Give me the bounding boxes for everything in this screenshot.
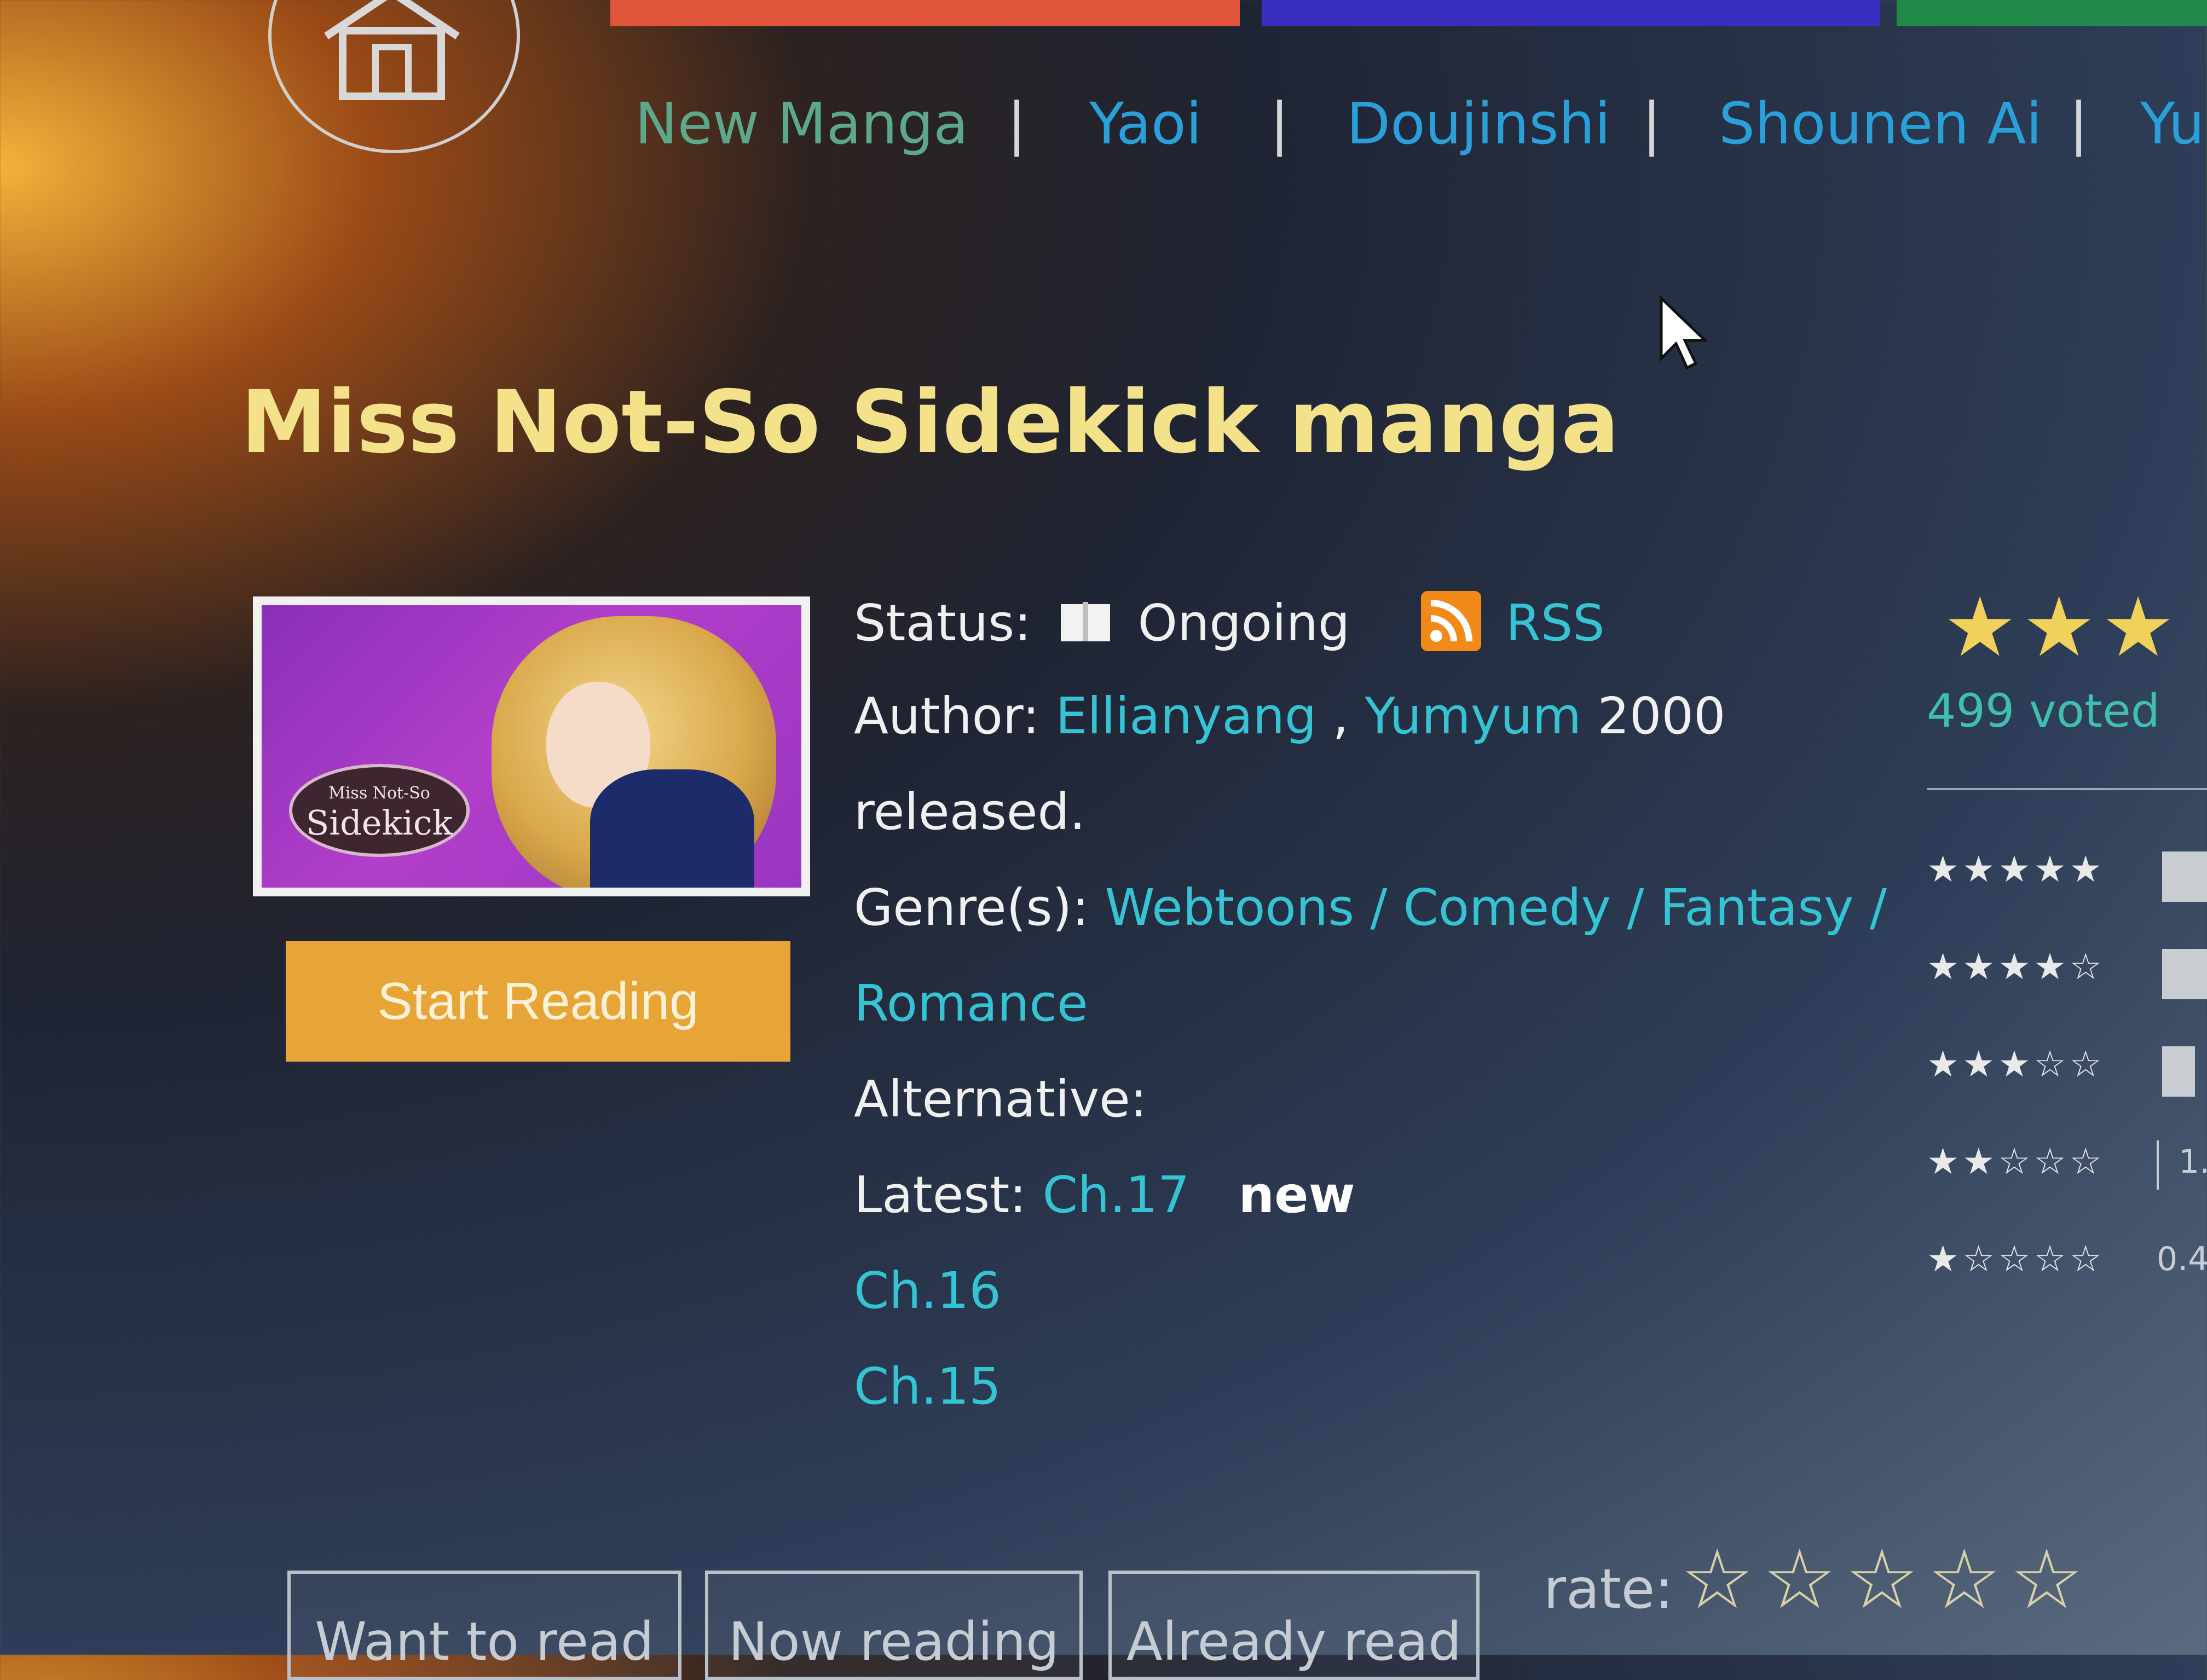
already-read-button[interactable]: Already read: [1108, 1571, 1480, 1680]
votes-count: 499 voted: [1927, 684, 2160, 738]
home-button[interactable]: [268, 0, 520, 153]
rating-percent: 1.: [2179, 1143, 2207, 1181]
book-icon: [1061, 602, 1111, 641]
nav-separator: |: [2069, 90, 2089, 157]
now-reading-button[interactable]: Now reading: [705, 1571, 1083, 1680]
three-star-icons: ★★★☆☆: [1927, 1043, 2105, 1085]
rating-percent: 0.4: [2157, 1240, 2207, 1278]
rating-distribution-row-1: ★☆☆☆☆ 0.4: [1927, 1238, 2207, 1280]
rating-bar: [2157, 1140, 2159, 1190]
author-released-text: 2000: [1597, 687, 1726, 745]
nav-shounen-ai[interactable]: Shounen Ai: [1719, 90, 2042, 157]
chapter-row: Ch.15: [854, 1357, 1001, 1416]
rating-bar: [2162, 1046, 2195, 1097]
nav-separator: |: [1270, 90, 1290, 157]
color-bar-red: [610, 0, 1240, 26]
rate-label: rate:: [1544, 1557, 1673, 1621]
author-row: Author: Ellianyang , Yumyum 2000: [854, 687, 1726, 745]
one-star-icons: ★☆☆☆☆: [1927, 1238, 2105, 1280]
author-row-line2: released.: [854, 783, 1085, 841]
page-title: Miss Not-So Sidekick manga: [241, 372, 1620, 473]
status-value: Ongoing: [1137, 594, 1350, 652]
cover-art: Miss Not-So Sidekick: [262, 605, 801, 888]
rating-bar: [2162, 851, 2207, 902]
genre-links[interactable]: Webtoons / Comedy / Fantasy /: [1105, 878, 1887, 937]
cover-character-coat: [590, 769, 754, 888]
rating-distribution-row-5: ★★★★★: [1927, 848, 2207, 902]
five-star-icons: ★★★★★: [1927, 848, 2105, 890]
rating-distribution-row-4: ★★★★☆: [1927, 946, 2207, 999]
home-icon: [324, 0, 460, 100]
chapter-link-16[interactable]: Ch.16: [854, 1261, 1001, 1320]
author-released-text-line2: released.: [854, 783, 1086, 841]
genre-row: Genre(s): Webtoons / Comedy / Fantasy /: [854, 878, 1887, 937]
status-row: Status: Ongoing RSS: [854, 591, 1605, 652]
nav-yuri[interactable]: Yu: [2140, 90, 2205, 157]
mouse-cursor-icon: [1660, 296, 1708, 370]
rating-distribution-row-2: ★★☆☆☆ 1.: [1927, 1140, 2207, 1190]
rating-distribution-row-3: ★★★☆☆: [1927, 1043, 2195, 1097]
average-rating-stars: ★★★: [1943, 580, 2181, 675]
nav-separator: |: [1007, 90, 1027, 157]
four-star-icons: ★★★★☆: [1927, 946, 2105, 988]
author-label: Author:: [854, 687, 1040, 745]
status-label: Status:: [854, 594, 1032, 652]
nav-doujinshi[interactable]: Doujinshi: [1347, 90, 1610, 157]
chapter-row: Ch.16: [854, 1261, 1001, 1320]
nav-new-manga[interactable]: New Manga: [635, 90, 968, 157]
genre-row-line2: Romance: [854, 974, 1088, 1033]
cover-logo: Miss Not-So Sidekick: [289, 764, 470, 857]
rss-link[interactable]: RSS: [1506, 594, 1605, 652]
start-reading-button[interactable]: Start Reading: [286, 941, 790, 1062]
cover-logo-line1: Miss Not-So: [328, 784, 430, 803]
rating-divider: [1927, 788, 2207, 790]
screen: New Manga | Yaoi | Doujinshi | Shounen A…: [0, 0, 2207, 1680]
author-separator: ,: [1332, 687, 1349, 745]
rss-icon[interactable]: [1420, 591, 1481, 651]
cover-logo-line2: Sidekick: [305, 803, 453, 843]
two-star-icons: ★★☆☆☆: [1927, 1140, 2105, 1183]
alternative-label: Alternative:: [854, 1070, 1147, 1128]
chapter-link-17[interactable]: Ch.17: [1043, 1166, 1190, 1224]
genre-label: Genre(s):: [854, 878, 1089, 937]
latest-label: Latest:: [854, 1166, 1027, 1224]
latest-row: Latest: Ch.17 new: [854, 1166, 1355, 1224]
author-link-ellianyang[interactable]: Ellianyang: [1055, 687, 1316, 745]
nav-yaoi[interactable]: Yaoi: [1089, 90, 1201, 157]
chapter-link-15[interactable]: Ch.15: [854, 1357, 1001, 1416]
want-to-read-button[interactable]: Want to read: [287, 1571, 681, 1680]
rating-bar: [2162, 949, 2207, 999]
nav-separator: |: [1642, 90, 1662, 157]
manga-cover-image[interactable]: Miss Not-So Sidekick: [253, 596, 810, 896]
new-badge: new: [1238, 1166, 1355, 1224]
rate-star-buttons[interactable]: ☆☆☆☆☆: [1680, 1532, 2092, 1627]
genre-link-romance[interactable]: Romance: [854, 974, 1088, 1033]
author-link-yumyum[interactable]: Yumyum: [1365, 687, 1581, 745]
color-bar-blue: [1262, 0, 1880, 26]
color-bar-green: [1897, 0, 2207, 26]
alternative-row: Alternative:: [854, 1070, 1147, 1128]
